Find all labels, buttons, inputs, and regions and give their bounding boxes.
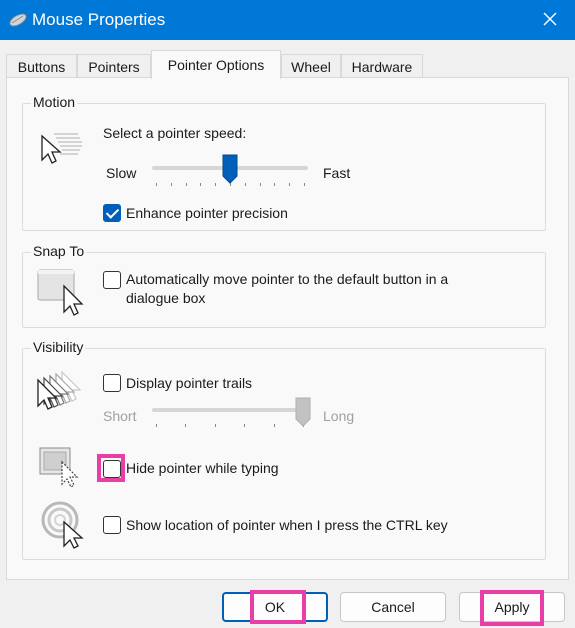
slider-tick: [185, 424, 186, 427]
visibility-group-label: Visibility: [31, 339, 86, 355]
trail-long-label: Long: [323, 408, 355, 424]
slider-tick: [186, 183, 187, 186]
slider-tick: [215, 183, 216, 186]
show-location-checkbox[interactable]: [103, 516, 121, 534]
snap-to-group-label: Snap To: [31, 243, 87, 259]
slider-tick: [244, 424, 245, 427]
close-icon: [542, 11, 558, 30]
show-location-label: Show location of pointer when I press th…: [126, 517, 448, 533]
snap-to-default-label-line2: dialogue box: [126, 290, 206, 306]
enhance-precision-checkbox[interactable]: [103, 204, 121, 222]
pointer-speed-label: Select a pointer speed:: [103, 125, 247, 141]
ok-button[interactable]: OK: [222, 592, 328, 622]
trail-length-ticks: [152, 424, 307, 428]
title-bar: Mouse Properties: [0, 0, 575, 40]
tab-pointer-options[interactable]: Pointer Options: [151, 50, 281, 79]
tab-pointers[interactable]: Pointers: [77, 54, 151, 78]
speed-slow-label: Slow: [106, 165, 137, 181]
pointer-trails-checkbox[interactable]: [103, 374, 121, 392]
snap-to-default-checkbox[interactable]: [103, 271, 121, 289]
hide-pointer-checkbox[interactable]: [103, 460, 121, 478]
tab-wheel[interactable]: Wheel: [281, 54, 341, 78]
close-button[interactable]: [535, 6, 565, 34]
trail-length-slider-thumb[interactable]: [295, 397, 311, 430]
apply-button[interactable]: Apply: [459, 592, 565, 622]
pointer-speed-icon: [38, 130, 84, 169]
slider-tick: [304, 183, 305, 186]
slider-tick: [260, 183, 261, 186]
slider-tick: [156, 183, 157, 186]
slider-tick: [171, 183, 172, 186]
cancel-button[interactable]: Cancel: [340, 592, 446, 622]
mouse-icon: [8, 12, 28, 31]
pointer-trails-label: Display pointer trails: [126, 375, 253, 391]
snap-to-group: Snap To: [22, 243, 546, 328]
show-location-icon: [40, 500, 86, 553]
trail-short-label: Short: [103, 408, 137, 424]
hide-pointer-icon: [38, 446, 84, 493]
enhance-precision-label: Enhance pointer precision: [126, 205, 288, 221]
snap-to-default-label-line1: Automatically move pointer to the defaul…: [126, 271, 449, 287]
motion-group-label: Motion: [31, 94, 78, 110]
slider-tick: [215, 424, 216, 427]
hide-pointer-label: Hide pointer while typing: [126, 460, 279, 476]
snap-to-icon: [36, 268, 88, 321]
slider-tick: [274, 424, 275, 427]
pointer-speed-slider-thumb[interactable]: [222, 154, 238, 187]
slider-tick: [274, 183, 275, 186]
window-title: Mouse Properties: [32, 10, 166, 29]
trail-length-track: [152, 408, 307, 412]
speed-fast-label: Fast: [323, 165, 351, 181]
tab-buttons[interactable]: Buttons: [6, 54, 77, 78]
slider-tick: [245, 183, 246, 186]
slider-tick: [289, 183, 290, 186]
slider-tick: [200, 183, 201, 186]
tab-hardware[interactable]: Hardware: [341, 54, 423, 78]
slider-tick: [156, 424, 157, 427]
pointer-trails-icon: [36, 370, 86, 415]
